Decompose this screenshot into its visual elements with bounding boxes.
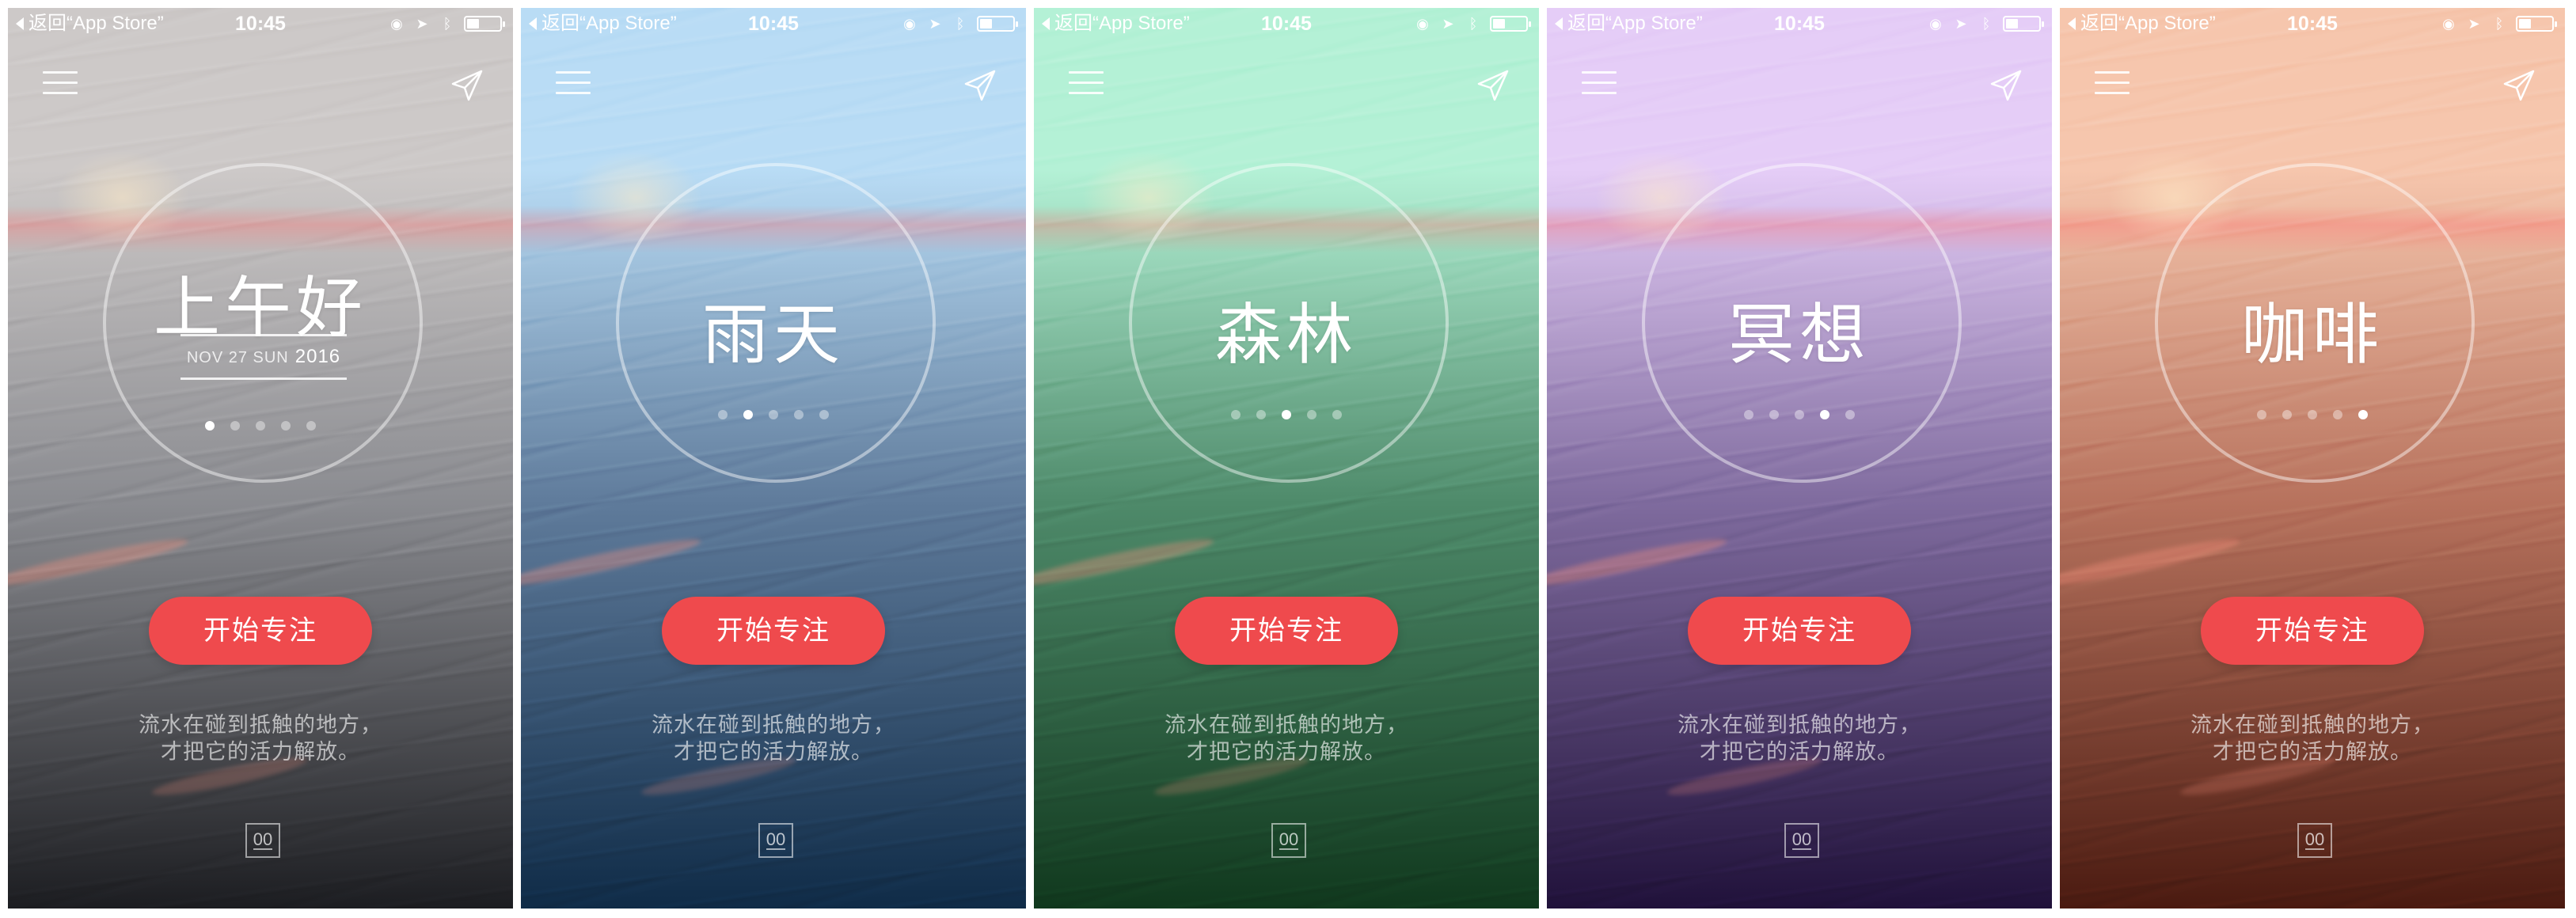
page-dot-2[interactable] xyxy=(2282,410,2292,419)
page-indicator xyxy=(1034,410,1539,419)
scene-title: 冥想 xyxy=(1727,296,1871,374)
status-bar: 返回“App Store” 10:45 ◉ ➤ ᛒ xyxy=(2060,8,2565,40)
quote-line-1: 流水在碰到抵触的地方， xyxy=(1677,713,1921,738)
scene-title: 咖啡 xyxy=(2240,296,2384,374)
timer-button[interactable]: 00 xyxy=(245,823,280,858)
page-dot-2[interactable] xyxy=(743,410,753,419)
start-focus-button[interactable]: 开始专注 xyxy=(149,597,372,665)
battery-icon xyxy=(977,16,1018,32)
hamburger-menu-icon[interactable] xyxy=(2095,71,2130,95)
battery-icon xyxy=(1490,16,1531,32)
send-paper-plane-icon[interactable] xyxy=(1476,68,1510,103)
send-paper-plane-icon[interactable] xyxy=(450,68,484,103)
page-dot-5[interactable] xyxy=(306,421,316,431)
hamburger-menu-icon[interactable] xyxy=(556,71,591,95)
location-arrow-icon: ➤ xyxy=(929,16,941,32)
page-dot-3[interactable] xyxy=(1795,410,1804,419)
quote-line-1: 流水在碰到抵触的地方， xyxy=(652,713,895,738)
quote-line-2: 才把它的活力解放。 xyxy=(2213,740,2412,764)
status-bar: 返回“App Store” 10:45 ◉ ➤ ᛒ xyxy=(1547,8,2052,40)
page-dot-1[interactable] xyxy=(1231,410,1241,419)
page-dot-4[interactable] xyxy=(281,421,291,431)
orientation-lock-icon: ◉ xyxy=(1929,16,1942,32)
start-focus-button[interactable]: 开始专注 xyxy=(662,597,885,665)
send-paper-plane-icon[interactable] xyxy=(1989,68,2023,103)
bluetooth-icon: ᛒ xyxy=(1981,16,1991,32)
scene-screen-coffee: 返回“App Store” 10:45 ◉ ➤ ᛒ 咖啡 开始专注 流水在碰到抵… xyxy=(2060,8,2565,909)
timer-button[interactable]: 00 xyxy=(758,823,793,858)
page-dot-1[interactable] xyxy=(2257,410,2266,419)
quote-line-2: 才把它的活力解放。 xyxy=(161,740,360,764)
orientation-lock-icon: ◉ xyxy=(903,16,916,32)
quote-line-1: 流水在碰到抵触的地方， xyxy=(139,713,382,738)
scene-title: 雨天 xyxy=(701,296,845,374)
scene-title: 森林 xyxy=(1214,296,1358,374)
status-bar: 返回“App Store” 10:45 ◉ ➤ ᛒ xyxy=(1034,8,1539,40)
orientation-lock-icon: ◉ xyxy=(1416,16,1429,32)
page-dot-1[interactable] xyxy=(205,421,215,431)
location-arrow-icon: ➤ xyxy=(1955,16,1967,32)
bluetooth-icon: ᛒ xyxy=(2494,16,2504,32)
timer-button[interactable]: 00 xyxy=(2297,823,2332,858)
page-dot-3[interactable] xyxy=(2308,410,2317,419)
page-dot-1[interactable] xyxy=(718,410,728,419)
scene-screen-meditation: 返回“App Store” 10:45 ◉ ➤ ᛒ 冥想 开始专注 流水在碰到抵… xyxy=(1547,8,2052,909)
page-dot-3[interactable] xyxy=(769,410,778,419)
date-display: NOV 27 SUN 2016 xyxy=(180,334,347,380)
battery-icon xyxy=(2516,16,2557,32)
page-dot-3[interactable] xyxy=(1282,410,1291,419)
quote-line-2: 才把它的活力解放。 xyxy=(1187,740,1386,764)
page-dot-5[interactable] xyxy=(2358,410,2368,419)
page-dot-3[interactable] xyxy=(256,421,265,431)
hamburger-menu-icon[interactable] xyxy=(43,71,78,95)
battery-icon xyxy=(464,16,505,32)
start-focus-button[interactable]: 开始专注 xyxy=(1175,597,1398,665)
page-dot-1[interactable] xyxy=(1744,410,1753,419)
bluetooth-icon: ᛒ xyxy=(1468,16,1478,32)
page-dot-2[interactable] xyxy=(1256,410,1266,419)
location-arrow-icon: ➤ xyxy=(1442,16,1454,32)
page-dot-2[interactable] xyxy=(230,421,240,431)
quote-line-1: 流水在碰到抵触的地方， xyxy=(1165,713,1408,738)
page-indicator xyxy=(521,410,1026,419)
page-indicator xyxy=(1547,410,2052,419)
page-dot-4[interactable] xyxy=(1307,410,1316,419)
page-dot-4[interactable] xyxy=(2333,410,2342,419)
page-indicator xyxy=(8,421,513,431)
page-indicator xyxy=(2060,410,2565,419)
start-focus-button[interactable]: 开始专注 xyxy=(1688,597,1911,665)
orientation-lock-icon: ◉ xyxy=(2442,16,2455,32)
orientation-lock-icon: ◉ xyxy=(390,16,403,32)
send-paper-plane-icon[interactable] xyxy=(963,68,997,103)
hamburger-menu-icon[interactable] xyxy=(1582,71,1617,95)
start-focus-button[interactable]: 开始专注 xyxy=(2201,597,2424,665)
timer-button[interactable]: 00 xyxy=(1271,823,1306,858)
timer-button[interactable]: 00 xyxy=(1784,823,1819,858)
quote-line-1: 流水在碰到抵触的地方， xyxy=(2190,713,2434,738)
page-dot-5[interactable] xyxy=(1845,410,1855,419)
page-dot-4[interactable] xyxy=(794,410,804,419)
scene-screen-morning: 返回“App Store” 10:45 ◉ ➤ ᛒ 上午好 NOV 27 SUN… xyxy=(8,8,513,909)
bluetooth-icon: ᛒ xyxy=(443,16,452,32)
quote-line-2: 才把它的活力解放。 xyxy=(674,740,873,764)
status-bar: 返回“App Store” 10:45 ◉ ➤ ᛒ xyxy=(8,8,513,40)
location-arrow-icon: ➤ xyxy=(2468,16,2480,32)
bluetooth-icon: ᛒ xyxy=(956,16,965,32)
onboarding-strip: 返回“App Store” 10:45 ◉ ➤ ᛒ 上午好 NOV 27 SUN… xyxy=(0,0,2576,918)
page-dot-4[interactable] xyxy=(1820,410,1829,419)
status-bar: 返回“App Store” 10:45 ◉ ➤ ᛒ xyxy=(521,8,1026,40)
location-arrow-icon: ➤ xyxy=(416,16,428,32)
scene-screen-rain: 返回“App Store” 10:45 ◉ ➤ ᛒ 雨天 开始专注 流水在碰到抵… xyxy=(521,8,1026,909)
quote-line-2: 才把它的活力解放。 xyxy=(1700,740,1899,764)
scene-screen-forest: 返回“App Store” 10:45 ◉ ➤ ᛒ 森林 开始专注 流水在碰到抵… xyxy=(1034,8,1539,909)
page-dot-5[interactable] xyxy=(1332,410,1342,419)
page-dot-2[interactable] xyxy=(1769,410,1779,419)
page-dot-5[interactable] xyxy=(819,410,829,419)
hamburger-menu-icon[interactable] xyxy=(1069,71,1104,95)
battery-icon xyxy=(2003,16,2044,32)
send-paper-plane-icon[interactable] xyxy=(2502,68,2536,103)
